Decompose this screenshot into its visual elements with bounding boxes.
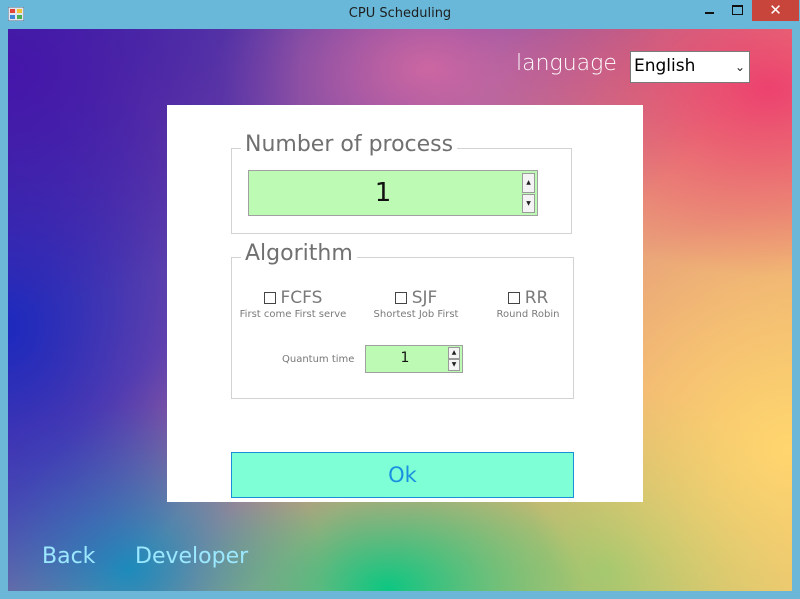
- algorithm-legend: Algorithm: [241, 241, 357, 266]
- sjf-checkbox[interactable]: [394, 292, 407, 304]
- back-link[interactable]: Back: [42, 544, 95, 569]
- ok-button[interactable]: Ok: [231, 452, 574, 498]
- arrow-down-icon: ▼: [526, 200, 531, 207]
- arrow-up-icon: ▲: [526, 179, 531, 186]
- close-button[interactable]: ✕: [752, 0, 799, 21]
- quantum-time-decrement[interactable]: ▼: [448, 359, 460, 371]
- sjf-description: Shortest Job First: [373, 309, 459, 320]
- developer-link[interactable]: Developer: [135, 544, 248, 569]
- title-bar: CPU Scheduling ✕: [0, 0, 800, 29]
- arrow-up-icon: ▲: [451, 349, 457, 356]
- algorithm-option-rr[interactable]: RR Round Robin: [490, 288, 566, 320]
- process-count-group: Number of process 1 ▲ ▼: [231, 132, 572, 234]
- process-count-increment[interactable]: ▲: [522, 173, 535, 193]
- quantum-time-increment[interactable]: ▲: [448, 347, 460, 359]
- rr-checkbox[interactable]: [507, 292, 520, 304]
- ok-button-label: Ok: [388, 463, 417, 487]
- rr-label[interactable]: RR: [525, 288, 549, 308]
- fcfs-description: First come First serve: [239, 309, 347, 320]
- language-label: language: [516, 51, 617, 76]
- quantum-time-label: Quantum time: [282, 354, 355, 365]
- language-selected-value: English: [634, 56, 696, 76]
- maximize-button[interactable]: [724, 0, 750, 21]
- algorithm-option-fcfs[interactable]: FCFS First come First serve: [238, 288, 348, 320]
- algorithm-option-sjf[interactable]: SJF Shortest Job First: [368, 288, 464, 320]
- fcfs-checkbox[interactable]: [263, 292, 276, 304]
- quantum-time-stepper[interactable]: 1 ▲ ▼: [365, 345, 463, 373]
- algorithm-group: Algorithm FCFS First come First serve SJ…: [231, 241, 574, 399]
- window-title: CPU Scheduling: [348, 6, 452, 21]
- close-icon: ✕: [769, 1, 782, 19]
- process-count-value[interactable]: 1: [249, 178, 517, 208]
- minimize-button[interactable]: [695, 0, 724, 21]
- process-count-legend: Number of process: [241, 132, 458, 157]
- client-area: language English ⌄ Number of process 1 ▲…: [8, 29, 792, 591]
- process-count-decrement[interactable]: ▼: [522, 194, 535, 213]
- language-select[interactable]: English ⌄: [630, 51, 750, 83]
- chevron-down-icon: ⌄: [734, 60, 745, 74]
- fcfs-label[interactable]: FCFS: [281, 288, 323, 308]
- process-count-stepper[interactable]: 1 ▲ ▼: [248, 170, 538, 216]
- arrow-down-icon: ▼: [451, 361, 457, 368]
- quantum-time-value[interactable]: 1: [366, 350, 444, 366]
- rr-description: Round Robin: [496, 309, 560, 320]
- sjf-label[interactable]: SJF: [412, 288, 438, 308]
- settings-panel: Number of process 1 ▲ ▼ Algorithm FCFS F…: [167, 105, 643, 502]
